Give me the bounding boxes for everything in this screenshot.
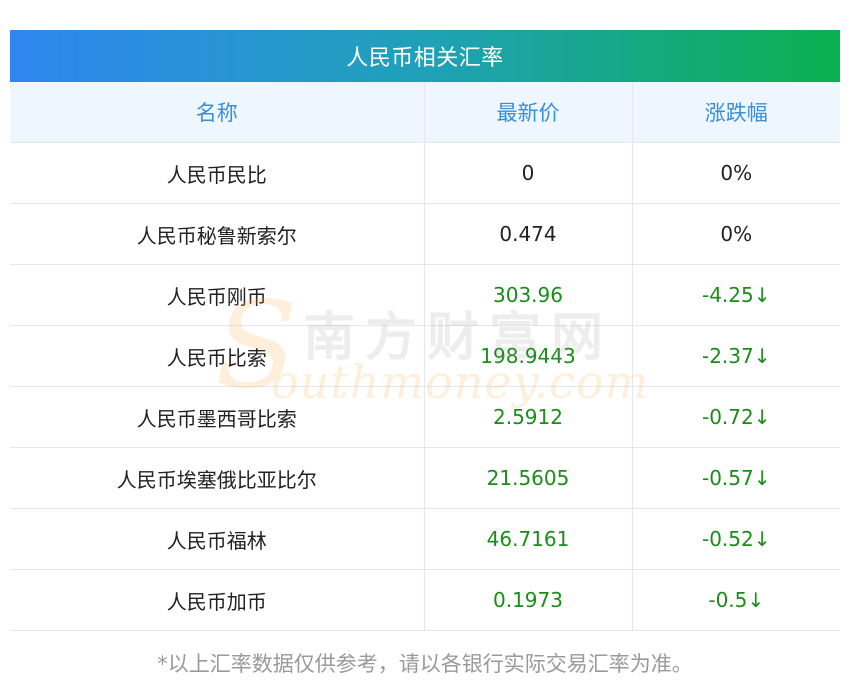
change-percent: 0% [632,142,840,204]
latest-price: 21.5605 [424,447,633,509]
table-row: 人民币墨西哥比索 2.5912 -0.72↓ [10,386,840,448]
change-percent: -2.37↓ [632,325,840,387]
currency-pair-name: 人民币比索 [10,325,425,387]
exchange-rate-table: 名称 最新价 涨跌幅 人民币民比 0 0% 人民币秘鲁新索尔 0.474 0% 人民币刚币 3… [10,82,840,631]
change-percent: -0.52↓ [632,508,840,570]
currency-pair-name: 人民币福林 [10,508,425,570]
header-latest-price: 最新价 [424,82,633,143]
disclaimer-footnote: *以上汇率数据仅供参考，请以各银行实际交易汇率为准。 [157,652,693,676]
latest-price: 2.5912 [424,386,633,448]
change-percent: -4.25↓ [632,264,840,326]
header-change-percent: 涨跌幅 [632,82,840,143]
latest-price: 0 [424,142,633,204]
currency-pair-name: 人民币埃塞俄比亚比尔 [10,447,425,509]
change-percent: 0% [632,203,840,265]
table-row: 人民币比索 198.9443 -2.37↓ [10,325,840,387]
change-percent: -0.5↓ [632,569,840,631]
latest-price: 303.96 [424,264,633,326]
table-row: 人民币福林 46.7161 -0.52↓ [10,508,840,570]
latest-price: 0.474 [424,203,633,265]
currency-pair-name: 人民币加币 [10,569,425,631]
table-row: 人民币民比 0 0% [10,142,840,204]
currency-pair-name: 人民币秘鲁新索尔 [10,203,425,265]
panel-title: 人民币相关汇率 [10,30,840,82]
currency-pair-name: 人民币刚币 [10,264,425,326]
table-row: 人民币秘鲁新索尔 0.474 0% [10,203,840,265]
table-row: 人民币埃塞俄比亚比尔 21.5605 -0.57↓ [10,447,840,509]
table-body: 人民币民比 0 0% 人民币秘鲁新索尔 0.474 0% 人民币刚币 303.96 -4.25↓… [10,142,840,631]
table-row: 人民币刚币 303.96 -4.25↓ [10,264,840,326]
table-header-row: 名称 最新价 涨跌幅 [10,82,840,143]
latest-price: 198.9443 [424,325,633,387]
header-name: 名称 [10,82,425,143]
latest-price: 0.1973 [424,569,633,631]
currency-pair-name: 人民币民比 [10,142,425,204]
currency-pair-name: 人民币墨西哥比索 [10,386,425,448]
exchange-rate-panel: 人民币相关汇率 名称 最新价 涨跌幅 人民币民比 0 0% 人民币秘鲁新索尔 0.474… [10,30,840,631]
latest-price: 46.7161 [424,508,633,570]
change-percent: -0.57↓ [632,447,840,509]
change-percent: -0.72↓ [632,386,840,448]
table-row: 人民币加币 0.1973 -0.5↓ [10,569,840,631]
